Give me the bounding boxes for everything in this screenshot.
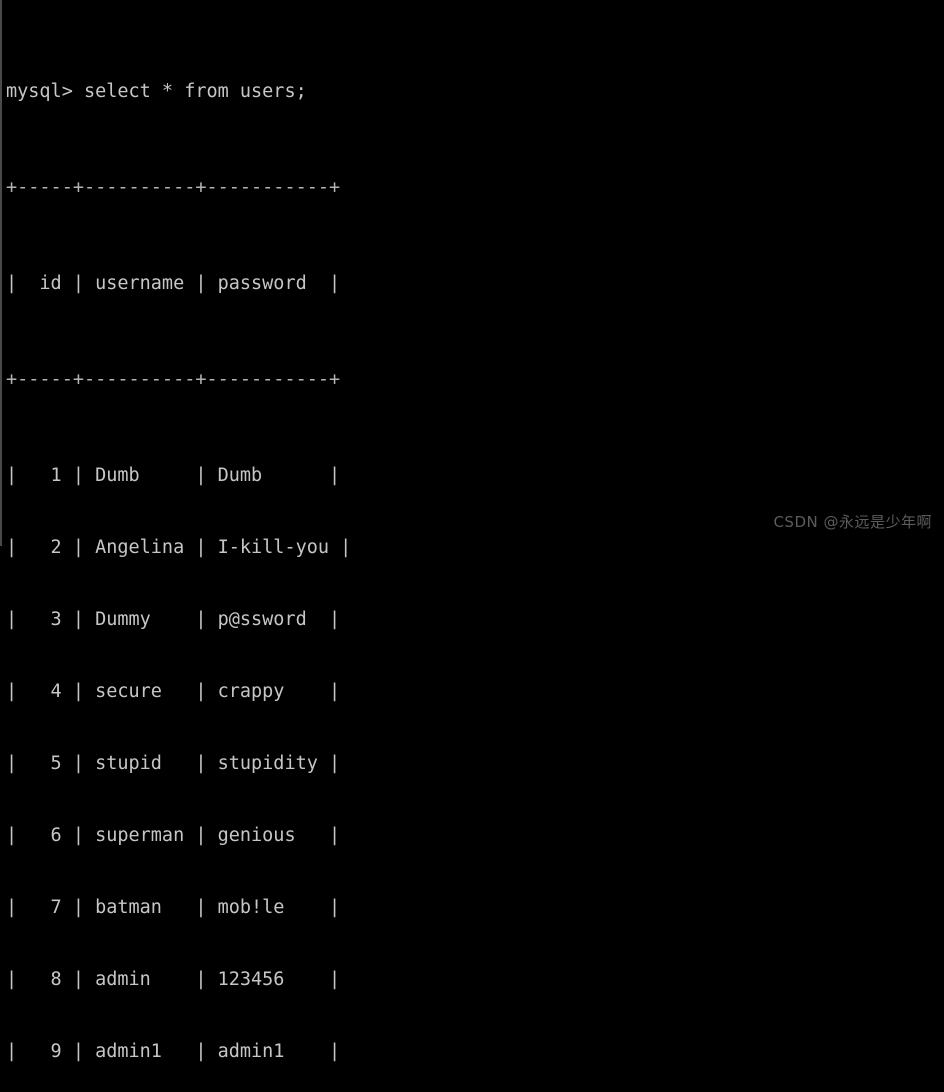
table-row: | 8 | admin | 123456 | [6,969,341,990]
table-row: | 1 | Dumb | Dumb | [6,465,341,486]
table-header-row: | id | username | password | [6,273,341,294]
table-row: | 6 | superman | genious | [6,825,341,846]
table-row: | 9 | admin1 | admin1 | [6,1041,341,1062]
terminal-screen[interactable]: mysql> select * from users; +-----+-----… [6,8,944,1062]
table-row: | 7 | batman | mob!le | [6,897,341,918]
table-row: | 5 | stupid | stupidity | [6,753,341,774]
table-row: | 3 | Dummy | p@ssword | [6,609,341,630]
csdn-watermark: CSDN @永远是少年啊 [773,513,932,531]
table-row: | 2 | Angelina | I-kill-you | [6,537,352,558]
command-line: mysql> select * from users; [6,81,307,102]
table-header-rule: +-----+----------+-----------+ [6,369,341,390]
table-row: | 4 | secure | crappy | [6,681,341,702]
table-top-rule: +-----+----------+-----------+ [6,177,341,198]
terminal-window[interactable]: mysql> select * from users; +-----+-----… [0,0,944,1062]
